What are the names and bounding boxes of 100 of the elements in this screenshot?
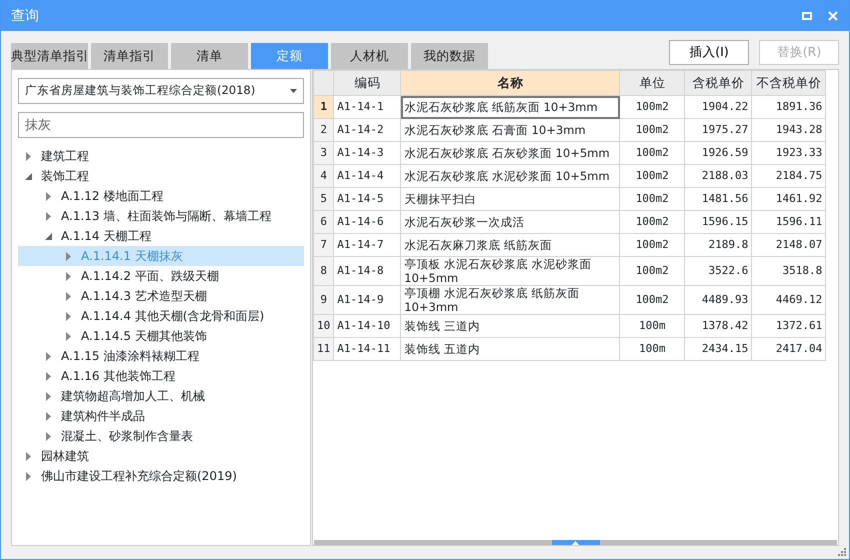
tree-item[interactable]: A.1.13 墙、柱面装饰与隔断、幕墙工程 <box>18 206 304 226</box>
expand-icon[interactable] <box>66 332 71 340</box>
table-cell: 亭顶棚 水泥石灰砂浆底 纸筋灰面 10+3mm <box>400 286 620 314</box>
table-cell: 100m2 <box>620 188 685 210</box>
expand-icon[interactable] <box>66 292 71 300</box>
column-header[interactable]: 含税单价 <box>684 70 752 96</box>
table-cell: A1-14-3 <box>334 142 401 164</box>
table-cell: 1481.56 <box>684 188 752 210</box>
table-cell: 2184.75 <box>752 164 826 188</box>
tree-item[interactable]: A.1.14.2 平面、跌级天棚 <box>18 266 304 286</box>
table-cell: A1-14-11 <box>334 338 401 360</box>
row-number[interactable]: 7 <box>314 234 334 256</box>
table-cell: 1596.11 <box>752 210 826 234</box>
table-cell: 1891.36 <box>752 96 826 118</box>
tree-item[interactable]: 佛山市建设工程补充综合定额(2019) <box>18 466 304 486</box>
tree-item[interactable]: 混凝土、砂浆制作含量表 <box>18 426 304 446</box>
table-cell: A1-14-2 <box>334 118 401 142</box>
table-cell: 1378.42 <box>684 314 752 338</box>
column-header[interactable]: 单位 <box>620 70 685 96</box>
tree-item[interactable]: A.1.14.5 天棚其他装饰 <box>18 326 304 346</box>
row-number[interactable]: 2 <box>314 118 334 142</box>
resize-grip-icon[interactable] <box>838 548 847 557</box>
table-cell: 2189.8 <box>684 234 752 256</box>
table-cell: 天棚抹平扫白 <box>400 188 620 210</box>
tree-item[interactable]: A.1.12 楼地面工程 <box>18 186 304 206</box>
row-number[interactable]: 3 <box>314 142 334 164</box>
expand-icon[interactable] <box>46 432 51 440</box>
tab[interactable]: 典型清单指引 <box>11 43 88 69</box>
tree-item[interactable]: 建筑工程 <box>18 146 304 166</box>
table-cell: 1596.15 <box>684 210 752 234</box>
close-icon[interactable] <box>827 10 839 22</box>
tree-item[interactable]: A.1.14.3 艺术造型天棚 <box>18 286 304 306</box>
expand-icon[interactable] <box>66 272 71 280</box>
search-field[interactable]: 抹灰 <box>18 112 304 138</box>
expand-icon[interactable] <box>46 372 51 380</box>
tree-item[interactable]: 园林建筑 <box>18 446 304 466</box>
tab[interactable]: 人材机 <box>331 43 408 69</box>
table-cell: 2417.04 <box>752 338 826 360</box>
row-number[interactable]: 5 <box>314 188 334 210</box>
row-number[interactable]: 9 <box>314 286 334 314</box>
table-cell: 水泥石灰砂浆一次成活 <box>400 210 620 234</box>
splitter-handle[interactable] <box>552 540 600 545</box>
row-number[interactable]: 8 <box>314 256 334 286</box>
expand-icon[interactable] <box>46 392 51 400</box>
expand-icon[interactable] <box>26 452 31 460</box>
expand-icon[interactable] <box>46 212 51 220</box>
expand-icon[interactable] <box>46 412 51 420</box>
table-cell: 1904.22 <box>684 96 752 118</box>
table-cell: A1-14-10 <box>334 314 401 338</box>
table-cell: 100m2 <box>620 118 685 142</box>
row-number[interactable]: 6 <box>314 210 334 234</box>
row-number[interactable]: 4 <box>314 164 334 188</box>
collapse-icon[interactable] <box>45 232 52 240</box>
table-cell: 1461.92 <box>752 188 826 210</box>
row-number[interactable]: 1 <box>314 96 334 118</box>
table-cell: 亭顶板 水泥石灰砂浆底 水泥砂浆面 10+5mm <box>400 256 620 286</box>
expand-icon[interactable] <box>26 472 31 480</box>
expand-icon[interactable] <box>26 152 31 160</box>
table-cell: 3522.6 <box>684 256 752 286</box>
maximize-icon[interactable] <box>801 10 813 22</box>
column-header[interactable]: 名称 <box>400 70 620 96</box>
tab[interactable]: 我的数据 <box>411 43 488 69</box>
tree-item[interactable]: A.1.15 油漆涂料裱糊工程 <box>18 346 304 366</box>
table-cell: 100m <box>620 338 685 360</box>
column-header[interactable]: 不含税单价 <box>752 70 826 96</box>
table-cell: A1-14-4 <box>334 164 401 188</box>
table-cell: 1372.61 <box>752 314 826 338</box>
row-number[interactable]: 10 <box>314 314 334 338</box>
library-dropdown[interactable]: 广东省房屋建筑与装饰工程综合定额(2018) <box>18 78 304 104</box>
expand-icon[interactable] <box>66 252 71 260</box>
table-cell: A1-14-9 <box>334 286 401 314</box>
table-cell: 100m2 <box>620 142 685 164</box>
insert-button[interactable]: 插入(I) <box>669 40 749 65</box>
table-cell: 装饰线 五道内 <box>400 338 620 360</box>
expand-icon[interactable] <box>66 312 71 320</box>
tree-item[interactable]: A.1.14.4 其他天棚(含龙骨和面层) <box>18 306 304 326</box>
table-cell: 3518.8 <box>752 256 826 286</box>
table-cell: 4489.93 <box>684 286 752 314</box>
table-cell: A1-14-1 <box>334 96 401 118</box>
table-cell: A1-14-6 <box>334 210 401 234</box>
table-cell: 装饰线 三道内 <box>400 314 620 338</box>
tree-item[interactable]: A.1.14 天棚工程 <box>18 226 304 246</box>
table-cell: 1943.28 <box>752 118 826 142</box>
table-cell: 100m <box>620 314 685 338</box>
tree-item[interactable]: A.1.16 其他装饰工程 <box>18 366 304 386</box>
tree-item[interactable]: 建筑物超高增加人工、机械 <box>18 386 304 406</box>
column-header[interactable]: 编码 <box>334 70 401 96</box>
expand-icon[interactable] <box>46 352 51 360</box>
tree-item[interactable]: 装饰工程 <box>18 166 304 186</box>
table-cell: 100m2 <box>620 96 685 118</box>
table-cell: 100m2 <box>620 210 685 234</box>
table-cell: 2434.15 <box>684 338 752 360</box>
tab[interactable]: 清单指引 <box>91 43 168 69</box>
collapse-icon[interactable] <box>25 172 32 180</box>
expand-icon[interactable] <box>46 192 51 200</box>
table-cell: 1923.33 <box>752 142 826 164</box>
tab[interactable]: 清单 <box>171 43 248 69</box>
tree-item[interactable]: 建筑构件半成品 <box>18 406 304 426</box>
table-cell: A1-14-5 <box>334 188 401 210</box>
row-number[interactable]: 11 <box>314 338 334 360</box>
